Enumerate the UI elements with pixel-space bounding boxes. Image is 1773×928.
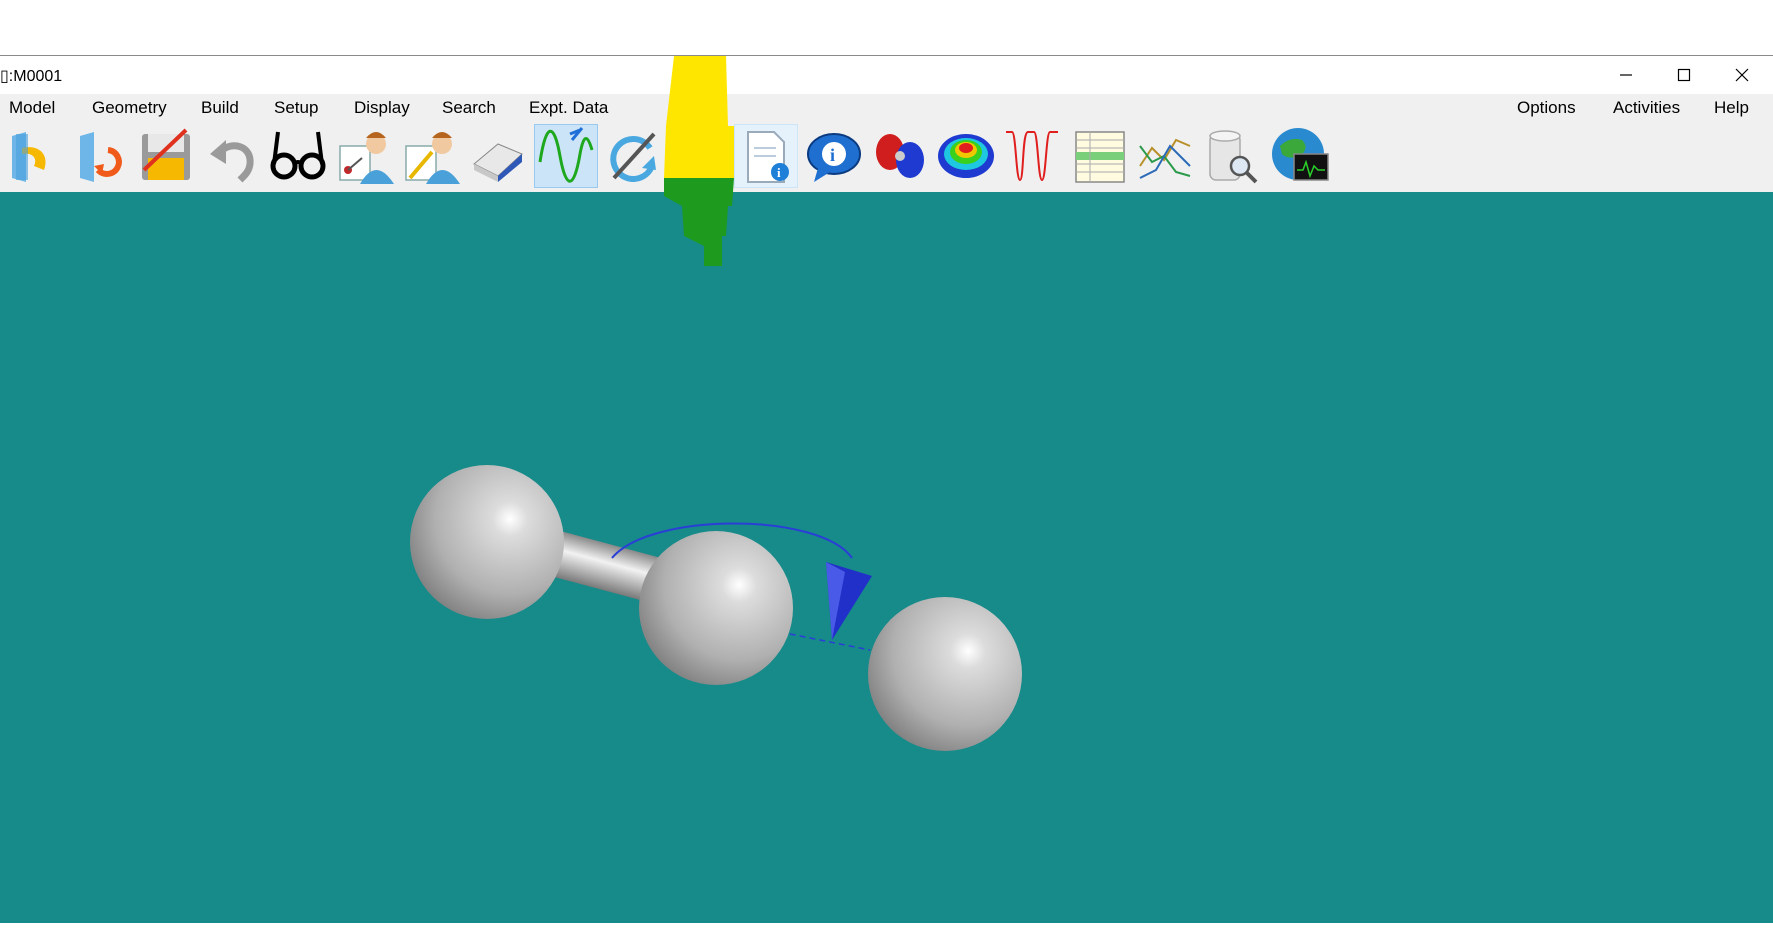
edit-molecule-icon <box>405 132 460 184</box>
spectrum-icon <box>1006 131 1058 182</box>
save-icon <box>142 128 190 180</box>
menu-activities[interactable]: Activities <box>1613 98 1680 118</box>
recent-files-button[interactable] <box>68 124 132 188</box>
menu-setup[interactable]: Setup <box>274 98 318 118</box>
highlight-marker <box>664 56 734 266</box>
menu-help[interactable]: Help <box>1714 98 1749 118</box>
menu-bar: Model Geometry Build Setup Display Searc… <box>0 94 1773 122</box>
atom-1[interactable] <box>410 465 564 619</box>
svg-text:i: i <box>777 165 781 180</box>
menu-geometry[interactable]: Geometry <box>92 98 167 118</box>
menu-model[interactable]: Model <box>9 98 55 118</box>
menu-options[interactable]: Options <box>1517 98 1576 118</box>
info-bubble-icon: i <box>807 133 861 182</box>
close-button[interactable] <box>1713 56 1771 94</box>
undo-button[interactable] <box>200 124 264 188</box>
spectrum-button[interactable] <box>1000 124 1064 188</box>
minimize-icon <box>1620 74 1632 76</box>
orbital-icon <box>876 134 924 178</box>
spreadsheet-icon <box>1075 131 1125 183</box>
globe-monitor-button[interactable] <box>1268 124 1332 188</box>
desktop-area <box>0 0 1773 56</box>
undo-icon <box>210 140 254 183</box>
spreadsheet-button[interactable] <box>1068 124 1132 188</box>
globe-monitor-icon <box>1272 128 1329 181</box>
menu-expt-data[interactable]: Expt. Data <box>529 98 608 118</box>
open-file-icon <box>12 132 46 182</box>
recent-files-icon <box>80 132 122 182</box>
build-molecule-icon <box>339 132 394 184</box>
toolbar: i i <box>0 122 1773 192</box>
wave-function-icon <box>538 127 594 183</box>
maximize-icon <box>1677 68 1691 82</box>
document-info-icon: i <box>747 131 789 183</box>
save-button[interactable] <box>134 124 198 188</box>
database-search-icon <box>1209 130 1258 184</box>
minimize-button[interactable] <box>1597 56 1655 94</box>
document-info-button[interactable]: i <box>734 124 798 188</box>
refresh-button[interactable] <box>600 124 664 188</box>
open-file-button[interactable] <box>2 124 66 188</box>
title-bar: ▯:M0001 <box>0 56 1773 94</box>
build-molecule-button[interactable] <box>334 124 398 188</box>
eraser-button[interactable] <box>466 124 530 188</box>
edit-molecule-button[interactable] <box>400 124 464 188</box>
plot-button[interactable] <box>1134 124 1198 188</box>
info-bubble-button[interactable]: i <box>802 124 866 188</box>
window-title: ▯:M0001 <box>0 68 63 85</box>
atom-3[interactable] <box>868 597 1022 751</box>
close-icon <box>1735 68 1749 82</box>
view-glasses-icon <box>270 131 326 180</box>
potential-surface-button[interactable] <box>934 124 998 188</box>
plot-icon <box>1139 138 1191 179</box>
atom-2[interactable] <box>639 531 793 685</box>
eraser-icon <box>473 143 523 182</box>
refresh-icon <box>610 132 656 182</box>
dihedral-dashed-line <box>779 631 871 651</box>
potential-surface-icon <box>938 134 994 178</box>
view-button[interactable] <box>266 124 330 188</box>
svg-text:i: i <box>830 145 835 165</box>
maximize-button[interactable] <box>1655 56 1713 94</box>
rotation-cone-icon <box>826 562 872 640</box>
wave-function-button[interactable] <box>534 124 598 188</box>
molecule-viewport[interactable] <box>0 192 1773 923</box>
menu-build[interactable]: Build <box>201 98 239 118</box>
menu-search[interactable]: Search <box>442 98 496 118</box>
menu-display[interactable]: Display <box>354 98 410 118</box>
database-search-button[interactable] <box>1200 124 1264 188</box>
orbital-button[interactable] <box>868 124 932 188</box>
molecule-scene <box>410 465 1022 751</box>
